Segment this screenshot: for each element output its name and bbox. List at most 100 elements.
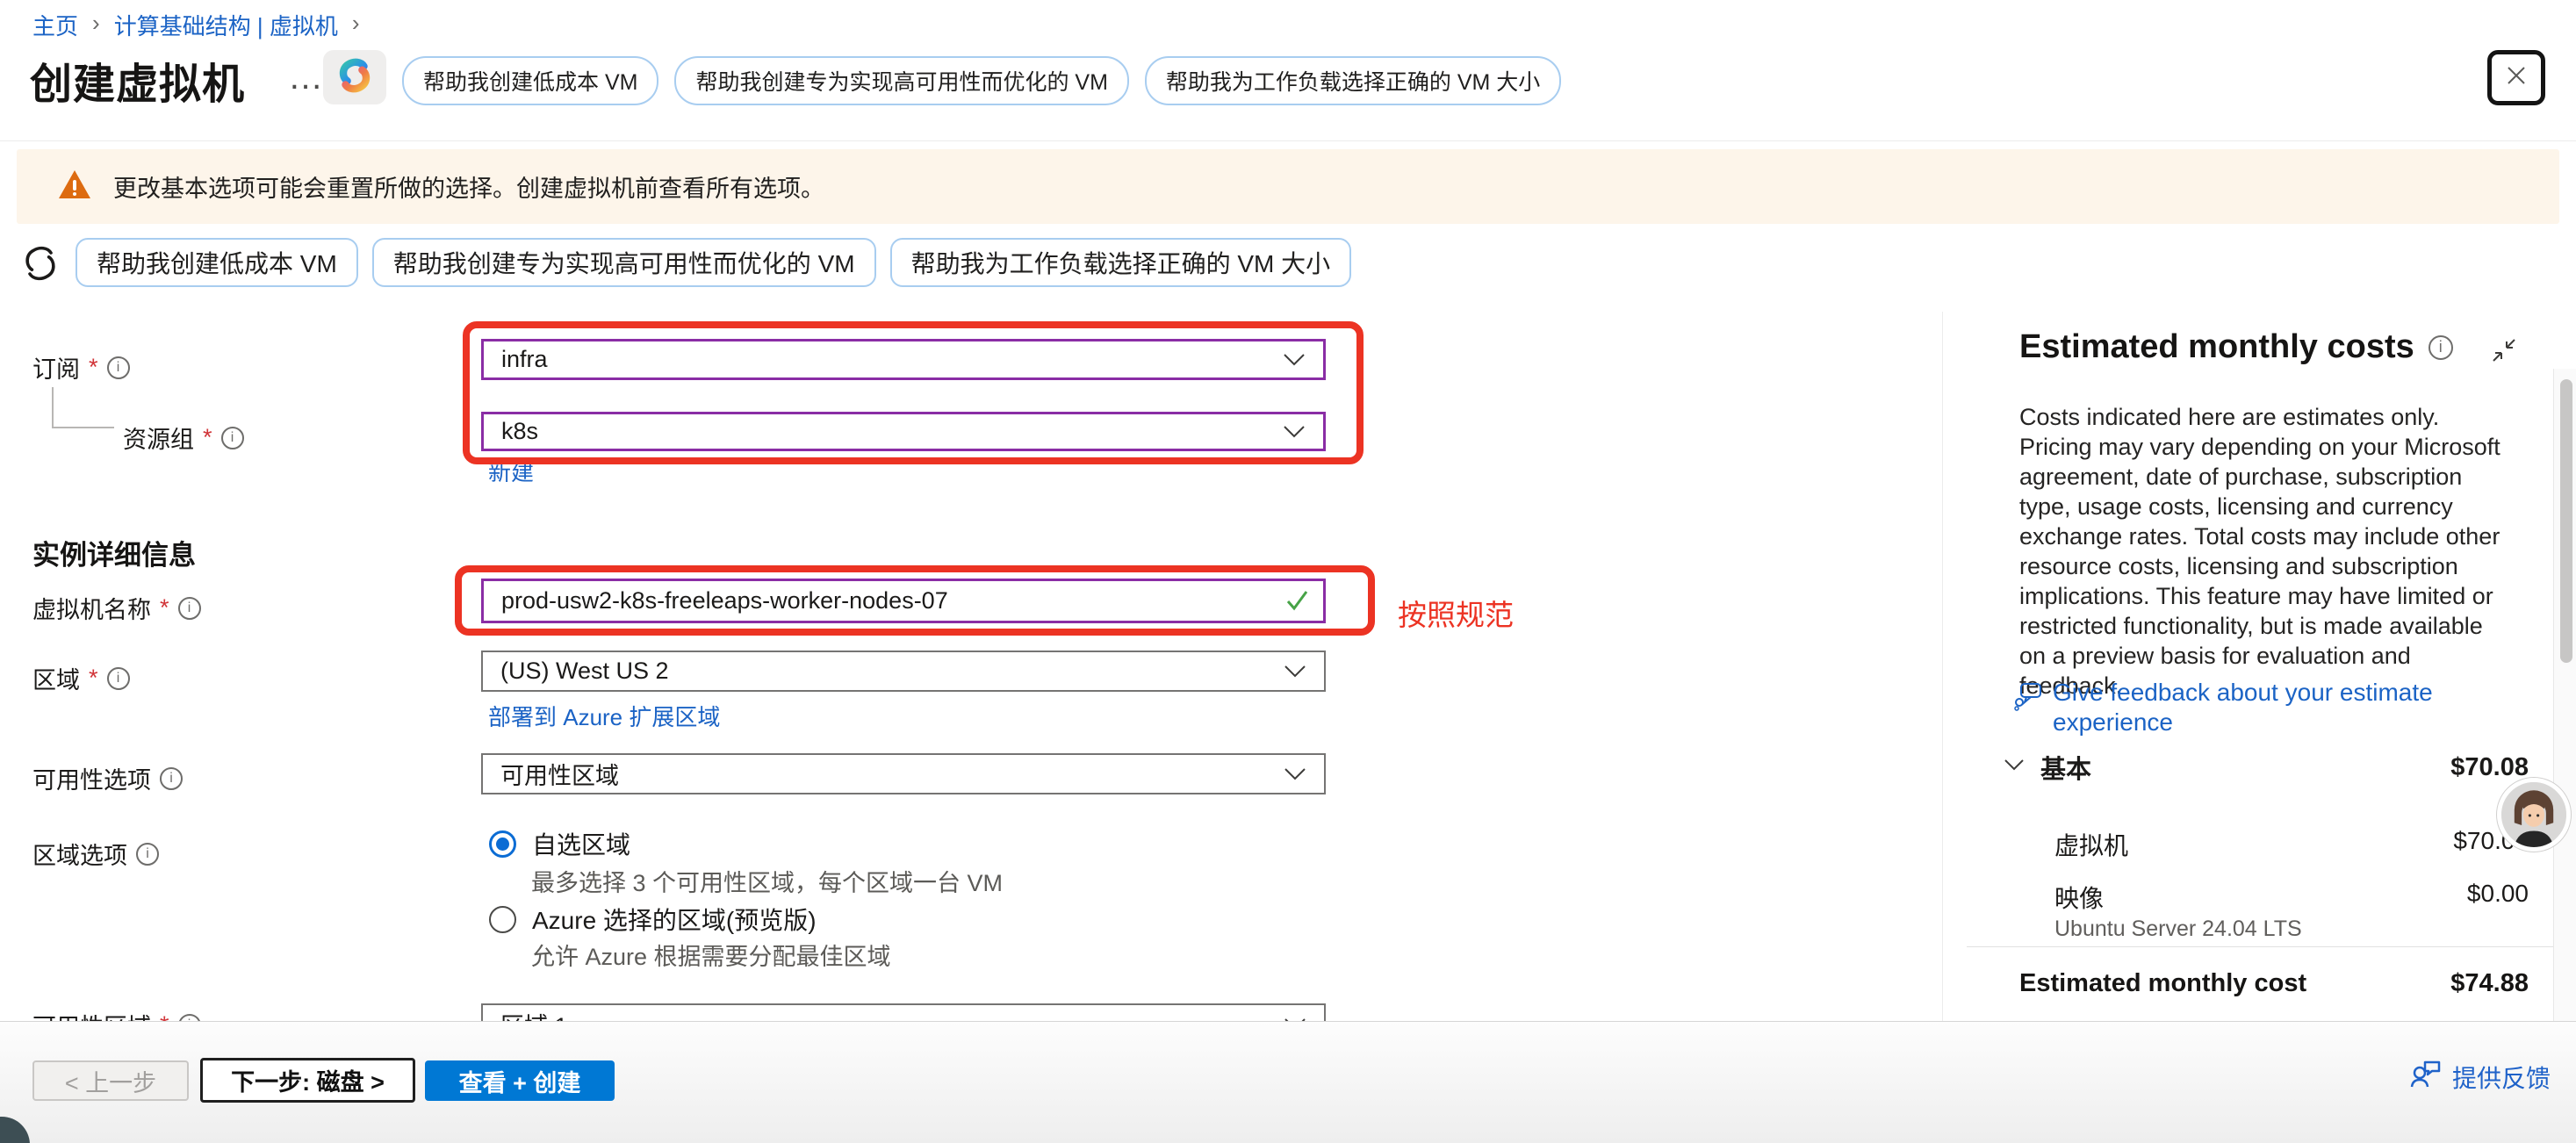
cost-total-amount: $74.88 xyxy=(2450,969,2529,998)
radio-selected[interactable] xyxy=(489,830,516,858)
availability-zones-row-clipped: 可用性区域 * 区域 1 xyxy=(0,990,1545,1021)
chevron-down-icon xyxy=(1284,658,1306,685)
info-icon[interactable] xyxy=(2428,335,2453,360)
info-icon[interactable] xyxy=(107,356,130,379)
availability-zones-dropdown[interactable]: 区域 1 xyxy=(481,1003,1326,1021)
previous-button: < 上一步 xyxy=(32,1060,189,1101)
review-create-button[interactable]: 查看 + 创建 xyxy=(425,1060,615,1101)
info-icon[interactable] xyxy=(136,843,159,866)
zone-option-azure-select: Azure 选择的区域(预览版) xyxy=(489,902,817,937)
copilot-suggestions-inline: 帮助我创建低成本 VM 帮助我创建专为实现高可用性而优化的 VM 帮助我为工作负… xyxy=(76,238,1351,287)
cost-group-name: 基本 xyxy=(2040,749,2091,786)
availability-options-dropdown[interactable]: 可用性区域 xyxy=(481,753,1326,794)
page-title: 创建虚拟机 xyxy=(30,49,245,111)
extended-zones-link[interactable]: 部署到 Azure 扩展区域 xyxy=(488,700,720,732)
tree-connector-horizontal xyxy=(52,427,114,428)
availability-options-label-text: 可用性选项 xyxy=(32,761,151,795)
required-asterisk: * xyxy=(89,354,98,381)
copilot-outline-icon xyxy=(19,242,61,289)
create-new-resource-group-link[interactable]: 新建 xyxy=(488,455,534,487)
info-icon[interactable] xyxy=(107,667,130,690)
suggestion-high-availability-vm-button[interactable]: 帮助我创建专为实现高可用性而优化的 VM xyxy=(372,238,876,287)
required-asterisk: * xyxy=(89,665,98,692)
suggestion-low-cost-vm-button[interactable]: 帮助我创建低成本 VM xyxy=(402,56,658,105)
cost-total-label: Estimated monthly cost xyxy=(2019,969,2306,998)
collapse-panel-icon[interactable] xyxy=(2490,336,2518,369)
header-divider xyxy=(0,140,2576,141)
vm-name-field-wrap xyxy=(481,579,1326,623)
cost-item-image: 映像 $0.00 xyxy=(2054,880,2529,915)
next-disks-button[interactable]: 下一步: 磁盘 > xyxy=(200,1058,415,1103)
give-feedback-text: 提供反馈 xyxy=(2452,1060,2551,1095)
close-button[interactable] xyxy=(2487,50,2545,105)
info-icon[interactable] xyxy=(178,1014,201,1022)
subscription-label-text: 订阅 xyxy=(32,350,80,385)
zone-options-label: 区域选项 xyxy=(32,837,159,871)
vm-name-label-text: 虚拟机名称 xyxy=(32,591,151,625)
breadcrumb: 主页 › 计算基础结构 | 虚拟机 › xyxy=(32,9,360,41)
radio-label[interactable]: Azure 选择的区域(预览版) xyxy=(532,902,817,937)
suggestion-high-availability-vm-button[interactable]: 帮助我创建专为实现高可用性而优化的 VM xyxy=(674,56,1128,105)
radio-description: 允许 Azure 根据需要分配最佳区域 xyxy=(531,938,891,972)
chevron-down-icon xyxy=(1284,1010,1306,1021)
estimate-feedback-link[interactable]: Give feedback about your estimate experi… xyxy=(2014,678,2453,737)
cost-total-row: Estimated monthly cost $74.88 xyxy=(2019,969,2529,998)
cost-panel-header: Estimated monthly costs xyxy=(2019,328,2453,366)
suggestion-low-cost-vm-button[interactable]: 帮助我创建低成本 VM xyxy=(76,238,358,287)
more-menu-button[interactable]: … xyxy=(288,58,326,97)
footer-bar: < 上一步 下一步: 磁盘 > 查看 + 创建 提供反馈 xyxy=(0,1021,2576,1143)
panel-divider xyxy=(1942,312,1943,1021)
chevron-down-icon xyxy=(1283,418,1306,445)
subscription-label: 订阅 * xyxy=(32,350,130,385)
info-icon[interactable] xyxy=(160,767,183,790)
subscription-dropdown[interactable]: infra xyxy=(481,339,1326,380)
copilot-button[interactable] xyxy=(323,50,386,104)
resource-group-value: k8s xyxy=(501,418,538,445)
radio-label[interactable]: 自选区域 xyxy=(532,826,630,861)
breadcrumb-home-link[interactable]: 主页 xyxy=(32,9,78,41)
close-icon xyxy=(2503,62,2529,93)
region-label: 区域 * xyxy=(32,661,130,695)
copilot-icon xyxy=(336,57,373,98)
chevron-down-icon xyxy=(1284,760,1306,787)
availability-zones-label-text: 可用性区域 xyxy=(32,1008,151,1021)
copilot-suggestions-top: 帮助我创建低成本 VM 帮助我创建专为实现高可用性而优化的 VM 帮助我为工作负… xyxy=(402,56,1561,105)
radio-description: 最多选择 3 个可用性区域，每个区域一台 VM xyxy=(531,864,1003,898)
cost-group-toggle[interactable]: 基本 xyxy=(2004,749,2091,786)
resource-group-dropdown[interactable]: k8s xyxy=(481,412,1326,451)
suggestion-right-vm-size-button[interactable]: 帮助我为工作负载选择正确的 VM 大小 xyxy=(890,238,1352,287)
cost-group-row: 基本 $70.08 xyxy=(2004,749,2529,786)
resource-group-label-text: 资源组 xyxy=(123,421,194,455)
required-asterisk: * xyxy=(160,594,169,622)
warning-text: 更改基本选项可能会重置所做的选择。创建虚拟机前查看所有选项。 xyxy=(113,169,824,204)
info-icon[interactable] xyxy=(178,597,201,620)
create-vm-blade: 主页 › 计算基础结构 | 虚拟机 › 创建虚拟机 … 帮助我创 xyxy=(0,0,2576,1143)
corner-camera-bubble xyxy=(0,1117,30,1143)
availability-zones-value: 区域 1 xyxy=(500,1007,568,1021)
info-icon[interactable] xyxy=(221,427,244,449)
cost-item-name: 映像 xyxy=(2054,880,2104,915)
tree-connector-vertical xyxy=(52,387,54,428)
estimate-feedback-text: Give feedback about your estimate experi… xyxy=(2053,678,2453,737)
cost-item-vm: 虚拟机 $70.08 xyxy=(2054,827,2529,862)
valid-check-icon xyxy=(1284,587,1310,618)
suggestion-right-vm-size-button[interactable]: 帮助我为工作负载选择正确的 VM 大小 xyxy=(1145,56,1561,105)
cost-panel-title: Estimated monthly costs xyxy=(2019,328,2414,366)
subscription-value: infra xyxy=(501,346,548,373)
scrollbar-thumb[interactable] xyxy=(2560,379,2572,663)
cost-group-amount: $70.08 xyxy=(2450,753,2529,782)
radio-unselected[interactable] xyxy=(489,906,516,933)
scrollbar-track[interactable] xyxy=(2553,369,2576,1021)
give-feedback-link[interactable]: 提供反馈 xyxy=(2410,1059,2551,1095)
availability-options-value: 可用性区域 xyxy=(500,757,619,791)
availability-zones-label: 可用性区域 * xyxy=(32,1008,201,1021)
breadcrumb-vm-link[interactable]: 计算基础结构 | 虚拟机 xyxy=(114,9,338,41)
required-asterisk: * xyxy=(160,1011,169,1021)
vm-name-input[interactable] xyxy=(481,579,1326,623)
cost-item-detail: Ubuntu Server 24.04 LTS xyxy=(2054,917,2302,942)
cost-item-amount: $0.00 xyxy=(2467,880,2529,915)
availability-options-label: 可用性选项 xyxy=(32,761,183,795)
vm-name-label: 虚拟机名称 * xyxy=(32,591,201,625)
region-dropdown[interactable]: (US) West US 2 xyxy=(481,651,1326,692)
zone-options-label-text: 区域选项 xyxy=(32,837,127,871)
